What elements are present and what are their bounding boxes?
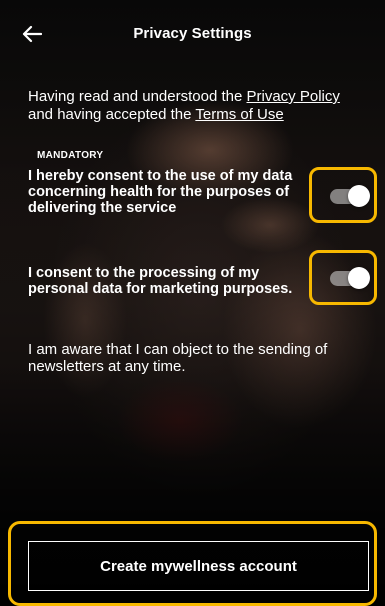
intro-text: Having read and understood the Privacy P… <box>28 88 363 124</box>
page-title: Privacy Settings <box>133 25 252 42</box>
toggle-knob <box>348 267 370 289</box>
mandatory-label: MANDATORY <box>37 150 104 161</box>
marketing-consent-text: I consent to the processing of my person… <box>28 265 293 297</box>
intro-text-part-1: Having read and understood the <box>28 88 247 105</box>
health-consent-text: I hereby consent to the use of my data c… <box>28 168 293 216</box>
create-account-button[interactable]: Create mywellness account <box>28 541 369 591</box>
marketing-consent-toggle[interactable] <box>330 267 370 289</box>
privacy-policy-link[interactable]: Privacy Policy <box>247 88 340 105</box>
health-consent-toggle[interactable] <box>330 185 370 207</box>
intro-text-part-2: and having accepted the <box>28 106 196 123</box>
newsletter-note: I am aware that I can object to the send… <box>28 341 328 375</box>
terms-of-use-link[interactable]: Terms of Use <box>195 106 283 123</box>
toggle-knob <box>348 185 370 207</box>
header: Privacy Settings <box>0 0 385 68</box>
